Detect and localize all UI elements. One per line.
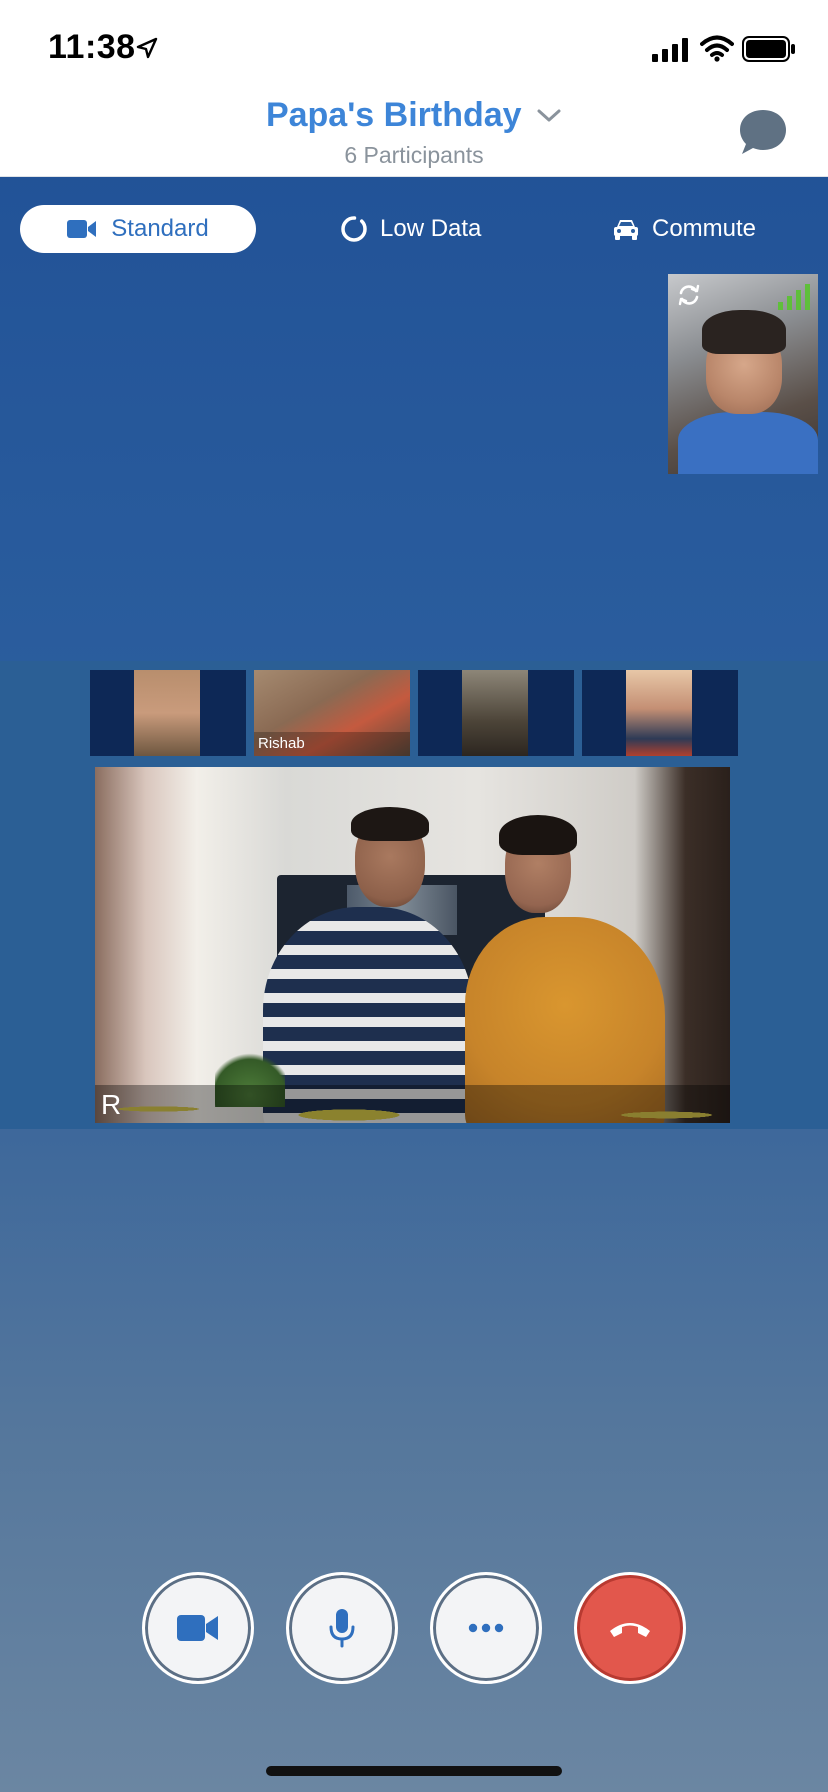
participant-name: Rishab (254, 732, 410, 756)
participant-thumbnail[interactable] (582, 670, 738, 756)
video-call-screen: 11:38 Papa's Birthday 6 Participants Sta… (0, 0, 828, 1792)
microphone-icon (329, 1609, 355, 1648)
participants-count: 6 Participants (344, 142, 484, 168)
video-camera-icon (67, 220, 97, 238)
rotate-camera-icon[interactable] (676, 282, 702, 308)
participant-thumbnail[interactable] (90, 670, 246, 756)
status-bar: 11:38 (0, 0, 828, 96)
toggle-video-button[interactable] (142, 1572, 254, 1684)
mode-commute-button[interactable]: Commute (612, 205, 756, 253)
participant-thumbnail[interactable] (418, 670, 574, 756)
self-view-video[interactable] (668, 274, 818, 474)
low-data-icon (341, 216, 367, 242)
cellular-signal-icon (652, 38, 688, 62)
call-title: Papa's Birthday (265, 96, 522, 134)
speaker-name-bar (95, 1085, 730, 1123)
home-indicator[interactable] (266, 1766, 562, 1776)
location-arrow-icon (136, 37, 158, 59)
car-icon (614, 220, 638, 240)
call-header: Papa's Birthday 6 Participants (0, 96, 828, 177)
mode-low-data-button[interactable]: Low Data (340, 205, 481, 253)
participant-thumbnail-rishab[interactable]: Rishab (254, 670, 410, 756)
toggle-mic-button[interactable] (286, 1572, 398, 1684)
chevron-down-icon[interactable] (536, 107, 562, 125)
battery-icon (742, 36, 795, 62)
chat-bubble-icon[interactable] (738, 108, 788, 156)
signal-strength-icon (778, 284, 810, 310)
participant-video (626, 670, 692, 756)
main-speaker-video[interactable]: R (95, 767, 730, 1123)
call-title-button[interactable]: Papa's Birthday (0, 96, 828, 135)
self-video-content (678, 412, 818, 474)
speaker-initial: R (101, 1089, 122, 1120)
mode-commute-label: Commute (652, 215, 757, 242)
participant-video (462, 670, 528, 756)
mode-standard-button[interactable]: Standard (20, 205, 256, 253)
participant-video (134, 670, 200, 756)
mode-standard-label: Standard (111, 215, 209, 242)
mode-bar: Standard Low Data Commute (0, 177, 828, 283)
more-options-button[interactable] (430, 1572, 542, 1684)
wifi-icon (700, 35, 734, 62)
more-icon (468, 1623, 504, 1633)
status-time: 11:38 (48, 28, 136, 66)
end-call-button[interactable] (574, 1572, 686, 1684)
video-camera-icon (177, 1615, 218, 1641)
end-call-icon (610, 1623, 650, 1637)
mode-low-data-label: Low Data (380, 215, 482, 242)
